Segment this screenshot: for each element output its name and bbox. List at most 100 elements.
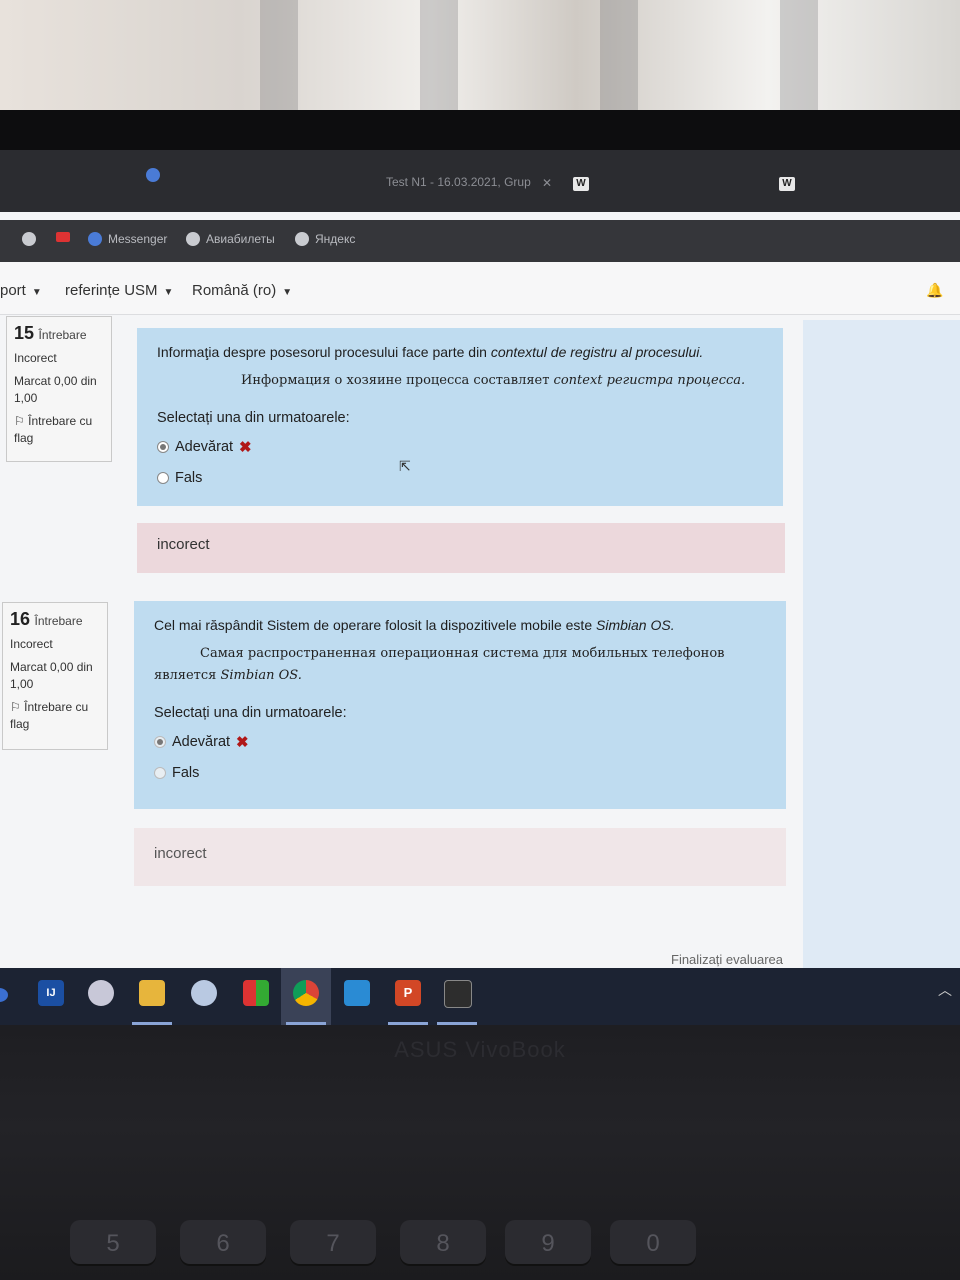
caret-down-icon: ▼ <box>282 287 293 298</box>
youtube-icon[interactable] <box>56 232 70 242</box>
bookmark-label: Messenger <box>108 232 168 246</box>
question-content-16: Cel mai răspândit Sistem de operare folo… <box>134 601 786 809</box>
bookmark-messenger[interactable]: Messenger <box>88 232 167 246</box>
radio-button[interactable] <box>154 736 166 748</box>
nav-label: Română (ro) <box>192 282 277 299</box>
terminal-icon[interactable] <box>444 980 472 1008</box>
nav-label: port <box>0 282 26 299</box>
tab-close-icon[interactable]: ✕ <box>542 176 552 190</box>
file-explorer-icon[interactable] <box>139 980 165 1006</box>
radio-button[interactable] <box>157 441 169 453</box>
finish-attempt-link[interactable]: Finalizați evaluarea <box>671 952 783 967</box>
question-word: Întrebare <box>34 614 83 628</box>
search-icon[interactable] <box>0 988 8 1002</box>
feedback-16: incorect <box>134 828 786 886</box>
question-info-16: 16 Întrebare Incorect Marcat 0,00 din 1,… <box>2 602 108 750</box>
active-tab-title[interactable]: Test N1 - 16.03.2021, Grup <box>386 175 531 189</box>
option-true[interactable]: Adevărat ✖ <box>154 733 766 751</box>
intellij-icon[interactable]: IJ <box>38 980 64 1006</box>
option-label: Fals <box>175 470 203 486</box>
flag-question-link[interactable]: ⚐ Întrebare cu flag <box>14 413 104 447</box>
bookmark-aviabilety[interactable]: Авиабилеты <box>186 232 275 246</box>
option-false[interactable]: Fals <box>154 765 766 781</box>
laptop-brand: ASUS VivoBook <box>394 1037 566 1062</box>
question-text-italic: Simbian OS. <box>596 617 675 633</box>
question-text: Cel mai răspândit Sistem de operare folo… <box>154 615 766 635</box>
wikipedia-tab-icon[interactable]: W <box>573 177 589 191</box>
keyboard-key: 5 <box>70 1220 156 1264</box>
question-word: Întrebare <box>38 328 87 342</box>
key-label: 5 <box>106 1230 120 1257</box>
question-text-ru: Самая распространенная операционная сист… <box>154 643 766 687</box>
wikipedia-tab-icon[interactable]: W <box>779 177 795 191</box>
incorrect-x-icon: ✖ <box>236 734 249 751</box>
key-label: 8 <box>436 1230 450 1257</box>
flag-label: Întrebare cu flag <box>10 700 89 731</box>
key-label: 7 <box>326 1230 340 1257</box>
question-text-italic: contextul de registru al procesului. <box>490 344 704 360</box>
keyboard-key: 6 <box>180 1220 266 1264</box>
site-navbar: port ▼ referințe USM ▼ Română (ro) ▼ 🔔 <box>0 262 960 315</box>
nav-language-menu[interactable]: Română (ro) ▼ <box>192 282 292 299</box>
option-label: Adevărat <box>172 734 231 750</box>
question-status: Incorect <box>10 637 53 651</box>
laptop-keyboard: ASUS VivoBook 5 6 7 8 9 0 <box>0 1025 960 1280</box>
keyboard-key: 9 <box>505 1220 591 1264</box>
incorrect-x-icon: ✖ <box>239 439 252 456</box>
question-text-plain: Cel mai răspândit Sistem de operare folo… <box>154 617 596 633</box>
key-label: 9 <box>541 1230 555 1257</box>
quiz-navigation-panel <box>803 320 960 970</box>
question-number: 15 <box>14 323 35 343</box>
question-content-15: Informaţia despre posesorul procesului f… <box>137 328 783 506</box>
bookmark-label: Яндекс <box>315 232 356 246</box>
powerpoint-icon[interactable]: P <box>395 980 421 1006</box>
option-false[interactable]: Fals <box>157 470 763 486</box>
question-text: Informaţia despre posesorul procesului f… <box>157 342 763 362</box>
feedback-15: incorect <box>137 523 785 573</box>
answer-prompt: Selectați una din urmatoarele: <box>154 705 347 721</box>
flag-icon: ⚐ <box>14 414 25 428</box>
question-text-ru-italic: context регистра процесса. <box>553 373 746 388</box>
caret-down-icon: ▼ <box>31 287 42 298</box>
globe-icon[interactable] <box>22 232 36 246</box>
question-number: 16 <box>10 609 31 629</box>
option-label: Adevărat <box>175 439 234 455</box>
keyboard-key: 8 <box>400 1220 486 1264</box>
nav-support-menu[interactable]: port ▼ <box>0 282 42 299</box>
code-editor-icon[interactable] <box>344 980 370 1006</box>
bookmarks-bar: Messenger Авиабилеты Яндекс <box>0 220 960 262</box>
question-mark: Marcat 0,00 din 1,00 <box>14 374 97 405</box>
store-icon[interactable] <box>243 980 269 1006</box>
question-text-ru: Информация о хозяине процесса составляет… <box>157 370 763 392</box>
messenger-tab-icon[interactable] <box>146 168 160 182</box>
question-text-ru-plain: Информация о хозяине процесса составляет <box>241 373 554 388</box>
chrome-icon[interactable] <box>293 980 319 1006</box>
keyboard-key: 0 <box>610 1220 696 1264</box>
app-icon[interactable] <box>191 980 217 1006</box>
question-info-15: 15 Întrebare Incorect Marcat 0,00 din 1,… <box>6 316 112 462</box>
nav-references-menu[interactable]: referințe USM ▼ <box>65 282 173 299</box>
question-mark: Marcat 0,00 din 1,00 <box>10 660 93 691</box>
windows-taskbar: IJ P ︿ <box>0 968 960 1025</box>
option-label: Fals <box>172 765 200 781</box>
question-status: Incorect <box>14 351 57 365</box>
bookmark-label: Авиабилеты <box>206 232 275 246</box>
question-text-plain: Informaţia despre posesorul procesului f… <box>157 344 491 360</box>
question-text-ru-italic: Simbian OS. <box>220 668 302 683</box>
flag-icon: ⚐ <box>10 700 21 714</box>
radio-button[interactable] <box>157 472 169 484</box>
flag-question-link[interactable]: ⚐ Întrebare cu flag <box>10 699 100 733</box>
nav-label: referințe USM <box>65 282 158 299</box>
bookmark-yandex[interactable]: Яндекс <box>295 232 355 246</box>
key-label: 6 <box>216 1230 230 1257</box>
bell-icon[interactable]: 🔔 <box>926 282 943 299</box>
key-label: 0 <box>646 1230 660 1257</box>
answer-prompt: Selectați una din urmatoarele: <box>157 410 350 426</box>
mouse-cursor-icon: ⇱ <box>399 458 411 474</box>
browser-tab-bar: Test N1 - 16.03.2021, Grup ✕ W W <box>0 150 960 212</box>
chevron-up-icon[interactable]: ︿ <box>938 980 952 1000</box>
radio-button[interactable] <box>154 767 166 779</box>
caret-down-icon: ▼ <box>163 287 174 298</box>
flag-app-icon[interactable] <box>88 980 114 1006</box>
option-true[interactable]: Adevărat ✖ <box>157 438 763 456</box>
